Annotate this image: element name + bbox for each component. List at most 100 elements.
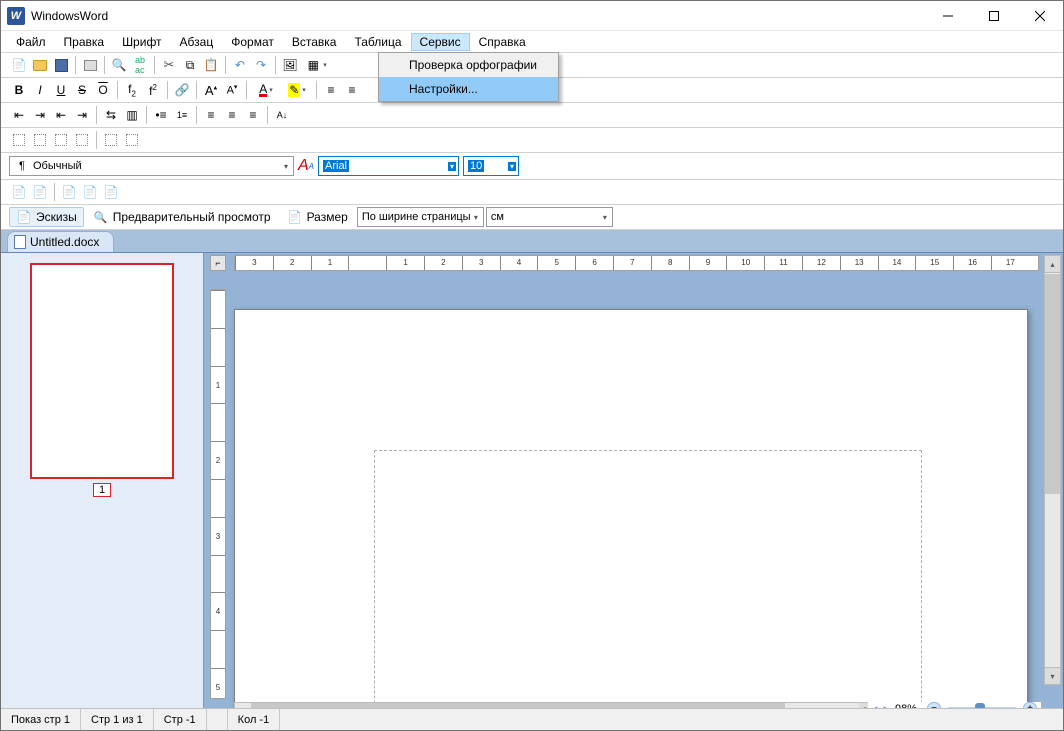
scroll-up-button[interactable]: ▴ <box>1045 256 1060 273</box>
chevron-down-icon: ▾ <box>323 61 327 69</box>
border-icon <box>55 134 67 146</box>
menu-edit[interactable]: Правка <box>55 33 114 51</box>
size-select[interactable]: 10 ▾ <box>463 156 519 176</box>
page-blank-button[interactable]: 📄 <box>9 182 29 202</box>
menu-format[interactable]: Формат <box>222 33 283 51</box>
numbering-icon: 1≡ <box>177 110 187 120</box>
bullets-button[interactable]: •≡ <box>151 105 171 125</box>
magnifier-icon <box>93 209 109 225</box>
indent-right-button[interactable]: ⇥ <box>30 105 50 125</box>
menu-file[interactable]: Файл <box>7 33 55 51</box>
vertical-scrollbar[interactable]: ▴ ▾ <box>1044 255 1061 685</box>
menu-service[interactable]: Сервис <box>411 33 470 51</box>
strikethrough-button[interactable]: S <box>72 80 92 100</box>
save-icon <box>53 57 69 73</box>
vertical-ruler[interactable]: 12345678 <box>210 289 226 699</box>
font-select[interactable]: Arial ▾ <box>318 156 459 176</box>
undo-button[interactable]: ↶ <box>230 55 250 75</box>
border5-button[interactable] <box>101 130 121 150</box>
save-button[interactable] <box>51 55 71 75</box>
align-left-button[interactable]: ≡ <box>321 80 341 100</box>
numbering-button[interactable]: 1≡ <box>172 105 192 125</box>
maximize-button[interactable] <box>971 1 1017 31</box>
paste-button[interactable]: 📋 <box>201 55 221 75</box>
menu-font[interactable]: Шрифт <box>113 33 170 51</box>
grow-font-button[interactable]: A▴ <box>201 80 221 100</box>
separator <box>196 81 197 99</box>
chevron-down-icon: ▾ <box>281 162 291 171</box>
superscript-button[interactable]: f2 <box>143 80 163 100</box>
border6-button[interactable] <box>122 130 142 150</box>
insert-table-button[interactable]: ▦▾ <box>301 55 331 75</box>
open-button[interactable] <box>30 55 50 75</box>
minimize-button[interactable] <box>925 1 971 31</box>
scroll-thumb[interactable] <box>1045 274 1060 494</box>
redo-button[interactable]: ↷ <box>251 55 271 75</box>
indent-left-icon: ⇤ <box>14 108 24 122</box>
menu-insert[interactable]: Вставка <box>283 33 346 51</box>
tab-width-button[interactable]: ⇆ <box>101 105 121 125</box>
thumbnails-button[interactable]: 📄 Эскизы <box>9 207 84 227</box>
unit-select[interactable]: см ▾ <box>486 207 613 227</box>
link-button[interactable]: 🔗 <box>172 80 192 100</box>
page-prev-button[interactable]: 📄 <box>59 182 79 202</box>
window-controls <box>925 1 1063 31</box>
find-button[interactable]: 🔍 <box>109 55 129 75</box>
font-format-icon: AA <box>298 158 314 174</box>
border1-button[interactable] <box>9 130 29 150</box>
first-line-indent-button[interactable]: ⇤ <box>51 105 71 125</box>
bullets-icon: •≡ <box>155 108 166 122</box>
menu-help[interactable]: Справка <box>470 33 535 51</box>
overline-button[interactable]: O <box>93 80 113 100</box>
replace-button[interactable]: abac <box>130 55 150 75</box>
highlight-button[interactable]: ✎▾ <box>282 80 312 100</box>
shrink-font-button[interactable]: A▾ <box>222 80 242 100</box>
preview-button[interactable]: Предварительный просмотр <box>86 207 278 227</box>
print-button[interactable] <box>80 55 100 75</box>
bold-button[interactable]: B <box>9 80 29 100</box>
hanging-indent-button[interactable]: ⇥ <box>72 105 92 125</box>
insert-image-button[interactable]: 🖼 <box>280 55 300 75</box>
dropdown-settings[interactable]: Настройки... <box>379 77 558 101</box>
border2-button[interactable] <box>30 130 50 150</box>
italic-button[interactable]: I <box>30 80 50 100</box>
highlight-icon: ✎ <box>288 83 300 97</box>
page-delete-button[interactable]: 📄 <box>101 182 121 202</box>
spacing-after-button[interactable]: ≡ <box>222 105 242 125</box>
border4-button[interactable] <box>72 130 92 150</box>
indent-left-button[interactable]: ⇤ <box>9 105 29 125</box>
page-copy-button[interactable]: 📄 <box>30 182 50 202</box>
border3-button[interactable] <box>51 130 71 150</box>
undo-icon: ↶ <box>232 57 248 73</box>
bold-icon: B <box>15 83 24 97</box>
horizontal-ruler[interactable]: 3211234567891011121314151617 <box>234 255 1039 271</box>
ruler-corner[interactable]: ⌐ <box>210 255 226 271</box>
close-button[interactable] <box>1017 1 1063 31</box>
spacing-before-button[interactable]: ≡ <box>201 105 221 125</box>
menu-paragraph[interactable]: Абзац <box>171 33 223 51</box>
copy-button[interactable]: ⧉ <box>180 55 200 75</box>
font-color-button[interactable]: A▾ <box>251 80 281 100</box>
style-select[interactable]: ¶ Обычный ▾ <box>9 156 294 176</box>
separator <box>246 81 247 99</box>
page-canvas[interactable] <box>234 309 1028 715</box>
align-center-button[interactable]: ≡ <box>342 80 362 100</box>
columns-button[interactable]: ▥ <box>122 105 142 125</box>
document-tab[interactable]: Untitled.docx <box>7 231 114 252</box>
menu-table[interactable]: Таблица <box>345 33 410 51</box>
printer-icon <box>82 57 98 73</box>
page-thumbnail[interactable] <box>30 263 174 479</box>
pagesize-button[interactable]: 📄 Размер <box>280 207 355 227</box>
underline-button[interactable]: U <box>51 80 71 100</box>
dropdown-spellcheck[interactable]: Проверка орфографии <box>379 53 558 77</box>
scroll-down-button[interactable]: ▾ <box>1045 667 1060 684</box>
subscript-button[interactable]: f2 <box>122 80 142 100</box>
zoom-mode-select[interactable]: По ширине страницы ▾ <box>357 207 484 227</box>
sort-button[interactable]: A↓ <box>272 105 292 125</box>
new-doc-button[interactable]: 📄 <box>9 55 29 75</box>
page-next-button[interactable]: 📄 <box>80 182 100 202</box>
separator <box>267 106 268 124</box>
line-spacing-button[interactable]: ≡ <box>243 105 263 125</box>
menubar: Файл Правка Шрифт Абзац Формат Вставка Т… <box>1 31 1063 53</box>
cut-button[interactable]: ✂ <box>159 55 179 75</box>
